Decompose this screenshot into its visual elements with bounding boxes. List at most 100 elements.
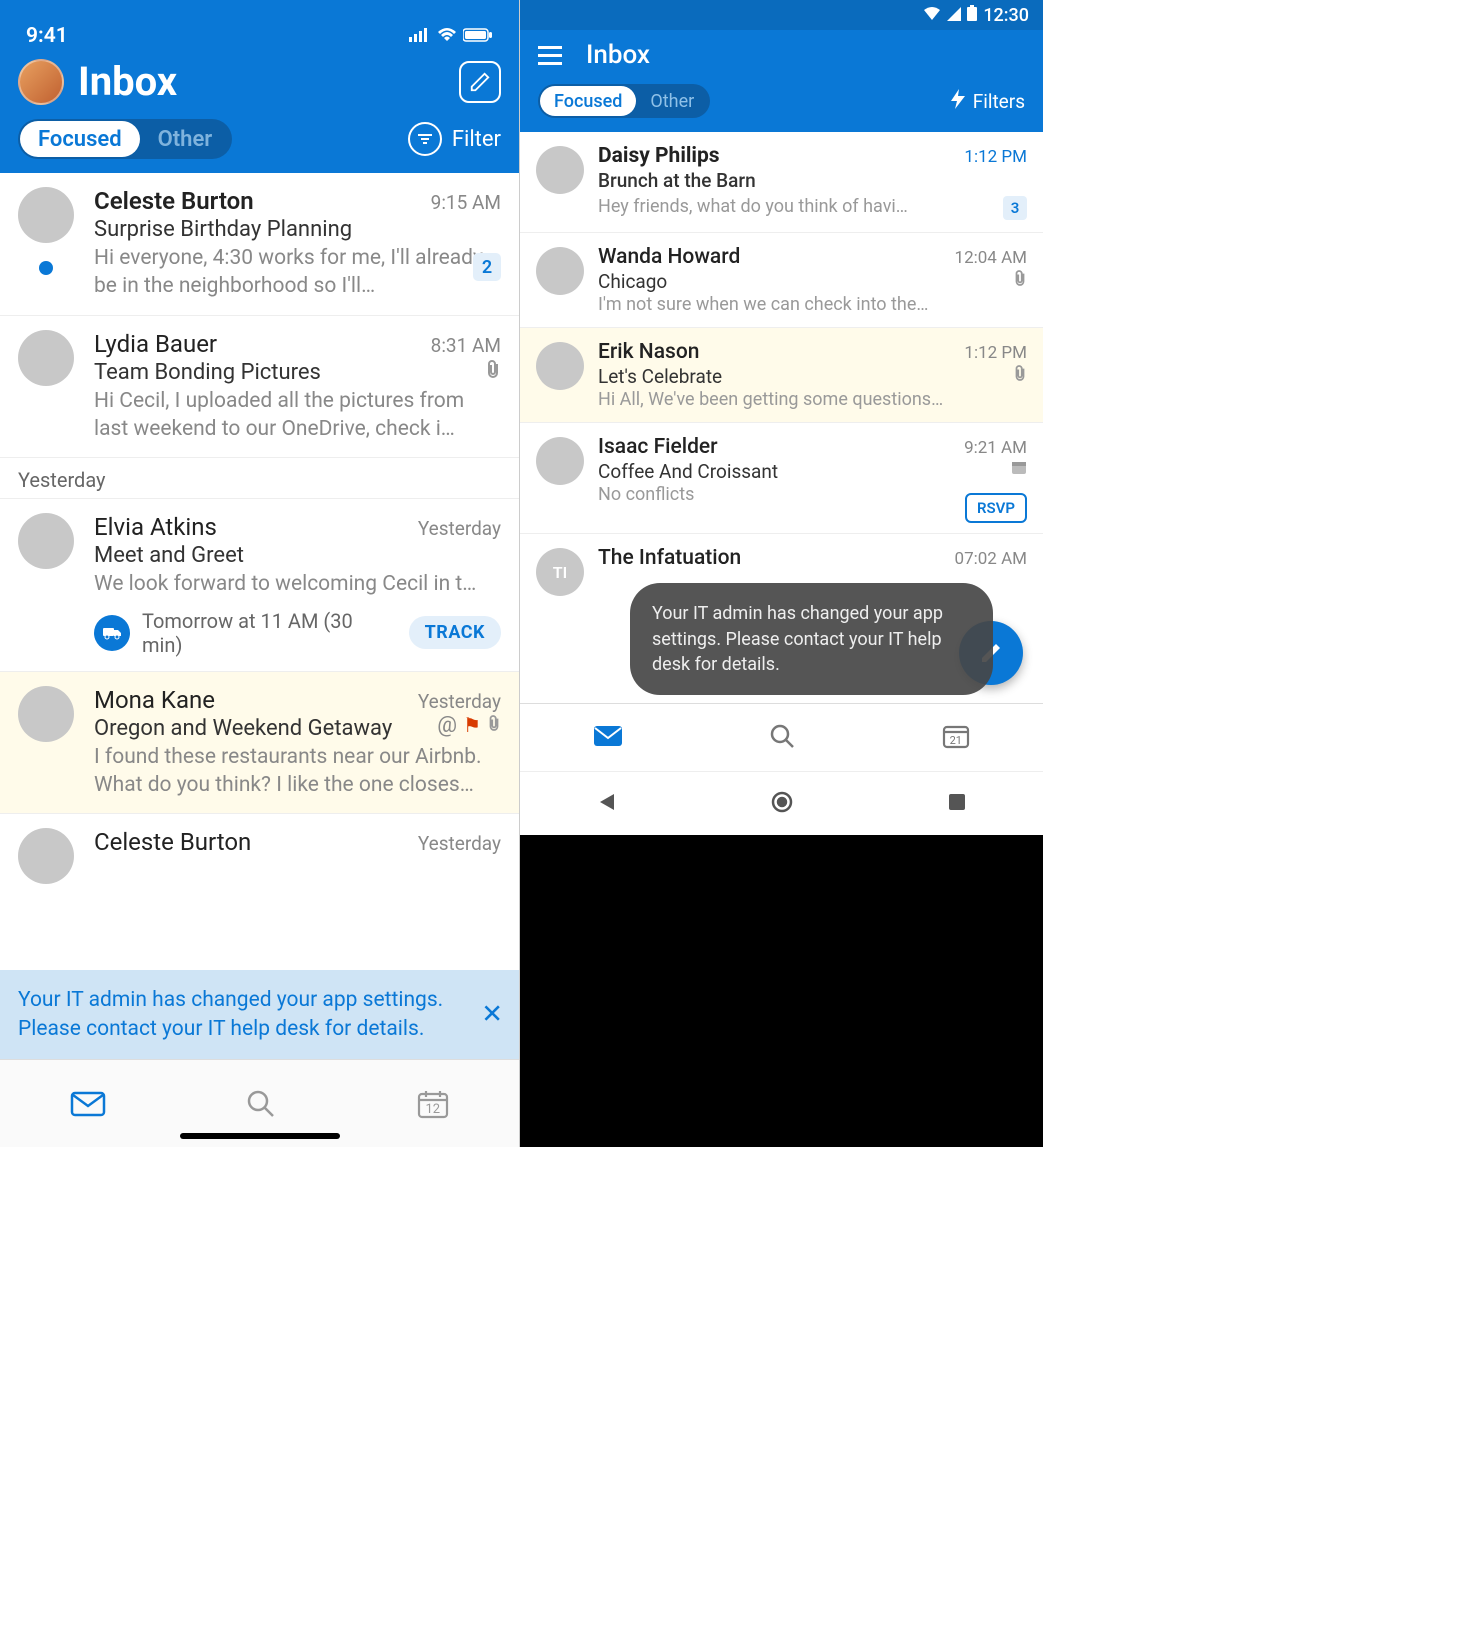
rsvp-button[interactable]: RSVP [965, 493, 1027, 523]
menu-button[interactable] [538, 46, 562, 65]
close-icon[interactable]: ✕ [481, 997, 503, 1032]
nav-mail[interactable] [593, 725, 623, 751]
cellular-icon [409, 24, 431, 48]
event-time-label: Tomorrow at 11 AM (30 min) [142, 609, 397, 657]
sender-avatar [536, 247, 584, 295]
message-time: 12:04 AM [955, 248, 1027, 268]
android-system-nav [520, 771, 1043, 835]
message-preview: I found these restaurants near our Airbn… [94, 743, 501, 800]
back-button[interactable] [596, 791, 618, 817]
message-time: 9:21 AM [964, 438, 1027, 458]
sender-name: Lydia Bauer [94, 330, 217, 358]
home-button[interactable] [770, 790, 794, 818]
cellular-icon [947, 5, 961, 26]
sender-name: Celeste Burton [94, 187, 254, 215]
toast-text: Your IT admin has changed your app setti… [652, 603, 943, 674]
nav-calendar[interactable]: 21 [942, 723, 970, 753]
message-time: 1:12 PM [964, 343, 1027, 363]
message-item[interactable]: Celeste Burton 9:15 AM Surprise Birthday… [0, 173, 519, 316]
message-item[interactable]: Wanda Howard 12:04 AM Chicago I'm not su… [520, 233, 1043, 328]
mention-icon: @ [437, 713, 457, 738]
filters-button[interactable]: Filters [951, 89, 1025, 114]
message-time: Yesterday [418, 832, 501, 855]
message-preview: I'm not sure when we can check into the… [598, 294, 1027, 315]
filter-button[interactable]: Filter [408, 122, 501, 156]
wifi-icon [923, 5, 941, 26]
calendar-icon [1011, 459, 1027, 483]
message-item[interactable]: Lydia Bauer 8:31 AM Team Bonding Picture… [0, 316, 519, 459]
android-header: Inbox Focused Other Filters [520, 30, 1043, 132]
compose-button[interactable] [459, 61, 501, 103]
message-item[interactable]: Isaac Fielder 9:21 AM Coffee And Croissa… [520, 423, 1043, 534]
message-item[interactable]: Daisy Philips 1:12 PM Brunch at the Barn… [520, 132, 1043, 233]
focused-other-toggle[interactable]: Focused Other [18, 119, 232, 159]
message-preview: Hey friends, what do you think of havi… [598, 196, 995, 217]
android-statusbar: 12:30 [520, 0, 1043, 30]
message-subject: Team Bonding Pictures [94, 360, 321, 385]
ios-message-list[interactable]: Celeste Burton 9:15 AM Surprise Birthday… [0, 173, 519, 898]
tab-other[interactable]: Other [140, 121, 231, 157]
tab-calendar[interactable]: 12 [417, 1089, 449, 1119]
wifi-icon [437, 24, 457, 48]
page-title: Inbox [586, 40, 650, 70]
filter-icon [408, 122, 442, 156]
android-bottom-nav: 21 [520, 703, 1043, 771]
sender-avatar: TI [536, 548, 584, 596]
message-preview: No conflicts [598, 484, 1027, 505]
tab-other[interactable]: Other [636, 86, 708, 116]
sender-avatar [18, 513, 74, 569]
tab-mail[interactable] [70, 1091, 106, 1117]
recents-button[interactable] [947, 792, 967, 816]
sender-avatar [536, 146, 584, 194]
message-subject: Let's Celebrate [598, 365, 722, 388]
calendar-day: 12 [417, 1102, 449, 1117]
account-avatar[interactable] [18, 59, 64, 105]
nav-search[interactable] [769, 723, 795, 753]
android-message-list[interactable]: Daisy Philips 1:12 PM Brunch at the Barn… [520, 132, 1043, 608]
thread-count-badge: 2 [473, 253, 501, 281]
calendar-day: 21 [942, 734, 970, 747]
message-preview: Hi All, We've been getting some question… [598, 389, 1027, 410]
message-subject: Oregon and Weekend Getaway [94, 716, 392, 741]
tab-focused[interactable]: Focused [20, 121, 140, 157]
sender-avatar [536, 342, 584, 390]
battery-icon [463, 24, 493, 48]
flag-icon: ⚑ [463, 713, 481, 737]
message-subject: Brunch at the Barn [598, 169, 1027, 192]
sender-name: Celeste Burton [94, 828, 251, 856]
message-time: 9:15 AM [431, 191, 501, 214]
message-preview: Hi Cecil, I uploaded all the pictures fr… [94, 387, 501, 444]
admin-banner: Your IT admin has changed your app setti… [0, 970, 519, 1059]
sender-name: Wanda Howard [598, 245, 740, 269]
message-subject: Chicago [598, 270, 667, 293]
unread-indicator [39, 261, 53, 275]
sender-name: The Infatuation [598, 546, 741, 570]
message-time: 8:31 AM [431, 334, 501, 357]
message-item[interactable]: Elvia Atkins Yesterday Meet and Greet We… [0, 499, 519, 671]
message-preview: We look forward to welcoming Cecil in t… [94, 570, 501, 598]
lightning-icon [951, 89, 965, 114]
status-time: 9:41 [26, 24, 68, 48]
android-outlook-screen: 12:30 Inbox Focused Other Filters [520, 0, 1043, 1147]
sender-name: Erik Nason [598, 340, 699, 364]
message-subject: Coffee And Croissant [598, 460, 778, 483]
message-time: Yesterday [418, 690, 501, 713]
focused-other-toggle[interactable]: Focused Other [538, 84, 710, 118]
thread-count-badge: 3 [1003, 196, 1027, 220]
tab-focused[interactable]: Focused [540, 86, 636, 116]
message-subject: Surprise Birthday Planning [94, 217, 501, 242]
message-subject: Meet and Greet [94, 543, 501, 568]
sender-avatar [18, 187, 74, 243]
message-item[interactable]: Celeste Burton Yesterday [0, 814, 519, 898]
sender-avatar [536, 437, 584, 485]
ios-status-icons [409, 24, 493, 48]
ios-outlook-screen: 9:41 Inbox Focused Other [0, 0, 520, 1147]
message-item[interactable]: Mona Kane Yesterday Oregon and Weekend G… [0, 672, 519, 815]
sender-name: Elvia Atkins [94, 513, 217, 541]
message-item[interactable]: Erik Nason 1:12 PM Let's Celebrate Hi Al… [520, 328, 1043, 423]
sender-avatar [18, 686, 74, 742]
home-indicator[interactable] [180, 1133, 340, 1139]
message-preview: Hi everyone, 4:30 works for me, I'll alr… [94, 244, 501, 301]
track-button[interactable]: TRACK [409, 616, 501, 649]
tab-search[interactable] [246, 1089, 276, 1119]
